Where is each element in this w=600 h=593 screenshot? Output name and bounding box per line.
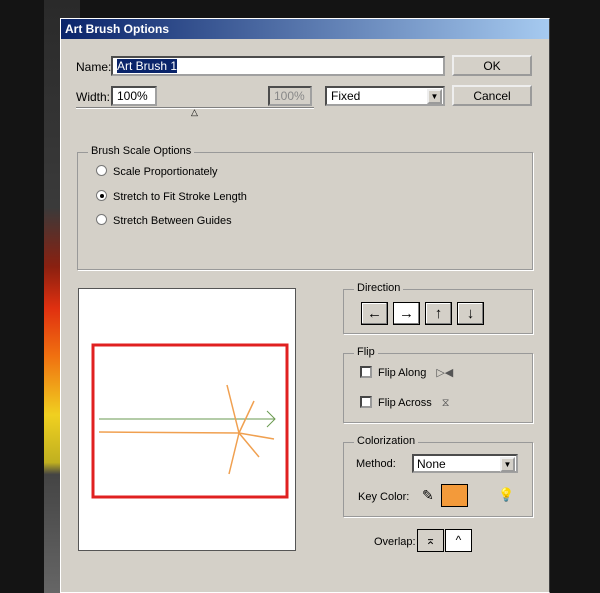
flip-along-label: Flip Along (378, 367, 427, 379)
width-mode-value: Fixed (331, 89, 361, 103)
radio-label: Stretch to Fit Stroke Length (113, 191, 247, 203)
guide-box (91, 343, 289, 499)
colorization-group: Colorization Method: None ▼ Key Color: ✎ … (343, 435, 533, 517)
overlap-none-button[interactable]: ^ (445, 529, 472, 552)
width-input[interactable]: 100% (111, 86, 157, 106)
method-select[interactable]: None ▼ (412, 454, 518, 473)
direction-group: Direction ← → ↑ ↓ (343, 282, 533, 334)
flip-across-icon: ⧖ (441, 397, 450, 409)
radio-button[interactable] (96, 165, 107, 176)
flip-across-checkbox[interactable]: Flip Across ⧖ (360, 396, 450, 410)
name-label: Name: (76, 60, 112, 74)
flip-group: Flip Flip Along ▷◀ Flip Across ⧖ (343, 346, 533, 423)
brush-preview-art (91, 343, 289, 499)
direction-right-button[interactable]: → (393, 302, 420, 325)
direction-legend: Direction (354, 282, 404, 294)
direction-down-button[interactable]: ↓ (457, 302, 484, 325)
flip-across-label: Flip Across (378, 397, 432, 409)
method-label: Method: (356, 458, 396, 470)
flip-legend: Flip (354, 346, 378, 358)
width-mode-select[interactable]: Fixed ▼ (325, 86, 445, 106)
brush-preview (78, 288, 296, 551)
flip-along-icon: ▷◀ (436, 367, 454, 379)
overlap-label: Overlap: (374, 536, 416, 548)
checkbox[interactable] (360, 396, 372, 408)
radio-scale-proportionately[interactable]: Scale Proportionately (96, 165, 218, 178)
key-color-label: Key Color: (358, 491, 410, 503)
direction-up-button[interactable]: ↑ (425, 302, 452, 325)
chevron-down-icon[interactable]: ▼ (427, 89, 442, 104)
direction-left-button[interactable]: ← (361, 302, 388, 325)
name-value: Art Brush 1 (117, 59, 178, 73)
lightbulb-icon[interactable]: 💡 (498, 487, 514, 503)
radio-label: Stretch Between Guides (113, 215, 232, 227)
key-color-swatch[interactable] (441, 484, 468, 507)
eyedropper-icon[interactable]: ✎ (422, 487, 434, 504)
radio-button[interactable] (96, 190, 107, 201)
colorization-legend: Colorization (354, 435, 419, 447)
checkbox[interactable] (360, 366, 372, 378)
chevron-down-icon[interactable]: ▼ (500, 457, 515, 472)
radio-stretch-between-guides[interactable]: Stretch Between Guides (96, 214, 232, 227)
brush-scale-options-group: Brush Scale Options Scale Proportionatel… (77, 145, 533, 270)
width-variation-input: 100% (268, 86, 312, 106)
brush-scale-legend: Brush Scale Options (88, 145, 195, 157)
ok-button[interactable]: OK (452, 55, 532, 76)
dialog-title: Art Brush Options (61, 19, 549, 39)
radio-label: Scale Proportionately (113, 166, 218, 178)
method-value: None (417, 457, 446, 471)
overlap-adjust-button[interactable]: ⌅ (417, 529, 444, 552)
cancel-button[interactable]: Cancel (452, 85, 532, 106)
width-slider-handle[interactable]: △ (191, 107, 198, 118)
brush-stroke (98, 384, 275, 475)
art-brush-options-dialog: Art Brush Options Name: Art Brush 1 OK W… (60, 18, 550, 593)
name-input[interactable]: Art Brush 1 (111, 56, 445, 76)
width-label: Width: (76, 90, 111, 104)
flip-along-checkbox[interactable]: Flip Along ▷◀ (360, 366, 453, 379)
radio-button[interactable] (96, 214, 107, 225)
radio-stretch-to-fit[interactable]: Stretch to Fit Stroke Length (96, 190, 247, 203)
